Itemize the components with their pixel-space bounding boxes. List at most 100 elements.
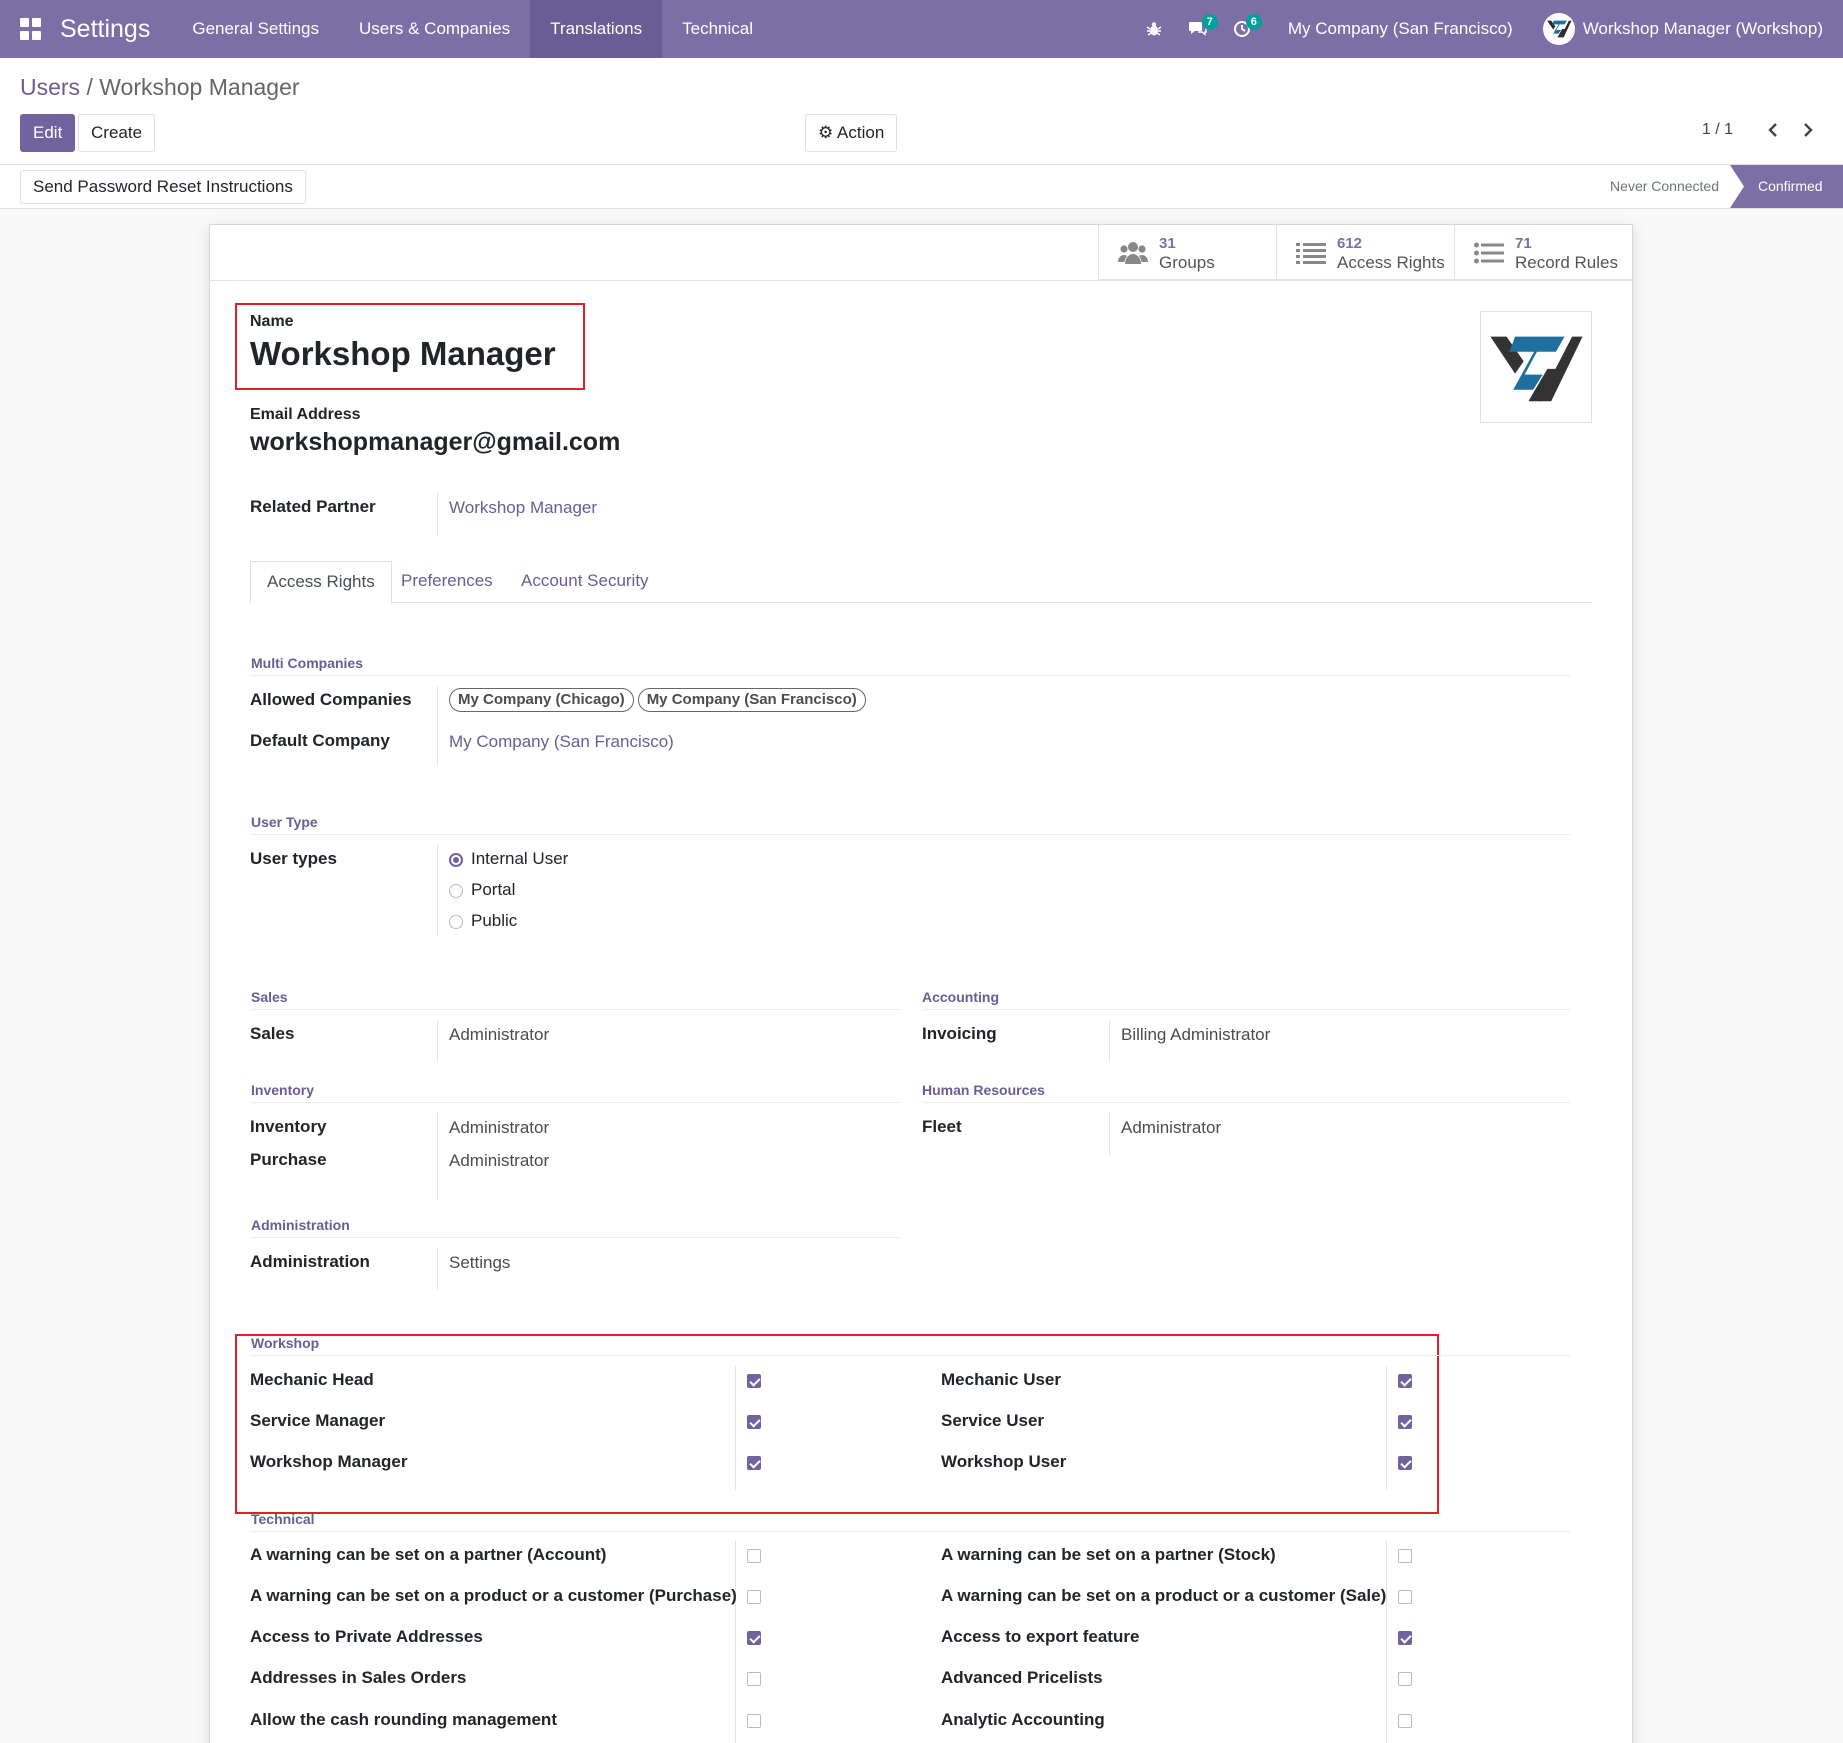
record-rules-count: 71 [1515, 234, 1532, 252]
users-icon [1117, 239, 1149, 267]
company-switcher[interactable]: My Company (San Francisco) [1264, 0, 1535, 58]
technical-private-addresses-checkbox[interactable] [747, 1631, 761, 1645]
groups-count: 31 [1159, 234, 1176, 252]
pager-value[interactable]: 1 / 1 [1702, 121, 1733, 139]
name-label: Name [250, 313, 294, 330]
administration-value[interactable]: Settings [449, 1253, 510, 1273]
action-button[interactable]: ⚙ Action [805, 114, 898, 152]
invoicing-value[interactable]: Billing Administrator [1121, 1025, 1270, 1045]
record-rules-label: Record Rules [1515, 252, 1618, 272]
fleet-value[interactable]: Administrator [1121, 1118, 1221, 1138]
purchase-value[interactable]: Administrator [449, 1151, 549, 1171]
groups-label: Groups [1159, 252, 1215, 272]
workshop-service-manager-label: Service Manager [250, 1411, 386, 1430]
radio-portal[interactable] [449, 884, 463, 898]
radio-public[interactable] [449, 915, 463, 929]
technical-export-feature-checkbox[interactable] [1398, 1631, 1412, 1645]
user-types-label: User types [250, 849, 337, 868]
workshop-service-manager-checkbox[interactable] [747, 1415, 761, 1429]
breadcrumb-users[interactable]: Users [20, 74, 80, 100]
technical-addresses-sales-orders-label: Addresses in Sales Orders [250, 1668, 467, 1687]
workshop-service-user-label: Service User [941, 1411, 1045, 1430]
technical-advanced-pricelists-label: Advanced Pricelists [941, 1668, 1103, 1687]
technical-cash-rounding-label: Allow the cash rounding management [250, 1710, 557, 1729]
record-rules-button[interactable]: 71 Record Rules [1454, 225, 1632, 280]
technical-addresses-sales-orders-checkbox[interactable] [747, 1672, 761, 1686]
notebook-tabs: Access Rights Preferences Account Securi… [250, 561, 1592, 604]
inventory-value[interactable]: Administrator [449, 1118, 549, 1138]
field-divider [1109, 1113, 1110, 1155]
technical-warning-partner-account-label: A warning can be set on a partner (Accou… [250, 1545, 607, 1564]
pager-previous[interactable] [1760, 117, 1786, 143]
tab-preferences[interactable]: Preferences [385, 561, 509, 603]
menu-technical[interactable]: Technical [662, 0, 773, 58]
pager-next[interactable] [1795, 117, 1821, 143]
radio-label-internal-user: Internal User [471, 849, 569, 868]
technical-advanced-pricelists-checkbox[interactable] [1398, 1672, 1412, 1686]
technical-cash-rounding-checkbox[interactable] [747, 1714, 761, 1728]
field-divider [437, 1113, 438, 1199]
section-divider [250, 1355, 1570, 1356]
related-partner-link[interactable]: Workshop Manager [449, 498, 597, 518]
access-rights-button[interactable]: 612 Access Rights [1276, 225, 1454, 280]
sales-value[interactable]: Administrator [449, 1025, 549, 1045]
company-tag[interactable]: My Company (Chicago) [449, 688, 634, 712]
breadcrumb-current: Workshop Manager [99, 74, 300, 100]
activities-button[interactable]: 6 [1220, 0, 1264, 58]
status-confirmed[interactable]: Confirmed [1730, 165, 1843, 208]
breadcrumb: Users / Workshop Manager [20, 74, 300, 101]
chevron-left-icon [1768, 123, 1777, 137]
workshop-service-user-checkbox[interactable] [1398, 1415, 1412, 1429]
workshop-mechanic-user-checkbox[interactable] [1398, 1374, 1412, 1388]
access-rights-label: Access Rights [1337, 252, 1445, 272]
main-menu: General Settings Users & Companies Trans… [172, 0, 773, 58]
menu-translations[interactable]: Translations [530, 0, 663, 58]
groups-button[interactable]: 31 Groups [1098, 225, 1276, 280]
technical-warning-partner-account-checkbox[interactable] [747, 1549, 761, 1563]
fleet-label: Fleet [922, 1117, 962, 1136]
section-title-human-resources: Human Resources [922, 1082, 1045, 1098]
email-field[interactable]: workshopmanager@gmail.com [250, 428, 620, 457]
status-never-connected[interactable]: Never Connected [1610, 178, 1719, 194]
user-menu[interactable]: Workshop Manager (Workshop) [1535, 13, 1843, 45]
user-name-field[interactable]: Workshop Manager [250, 335, 556, 373]
action-label: Action [837, 123, 885, 142]
create-button[interactable]: Create [78, 114, 156, 152]
tab-access-rights[interactable]: Access Rights [250, 561, 392, 604]
field-divider [735, 1366, 736, 1490]
menu-general-settings[interactable]: General Settings [172, 0, 339, 58]
user-image[interactable] [1480, 311, 1592, 423]
technical-private-addresses-label: Access to Private Addresses [250, 1627, 483, 1646]
technical-analytic-accounting-label: Analytic Accounting [941, 1710, 1105, 1729]
edit-button[interactable]: Edit [20, 114, 76, 152]
breadcrumb-separator: / [86, 74, 93, 100]
workshop-workshop-user-checkbox[interactable] [1398, 1456, 1412, 1470]
section-divider [250, 1009, 900, 1010]
send-password-reset-button[interactable]: Send Password Reset Instructions [20, 170, 306, 204]
chevron-right-icon [1804, 123, 1813, 137]
messages-badge: 7 [1201, 14, 1218, 30]
company-tag[interactable]: My Company (San Francisco) [637, 688, 866, 712]
tab-account-security[interactable]: Account Security [505, 561, 665, 603]
field-divider [1386, 1541, 1387, 1743]
debug-button[interactable] [1132, 0, 1176, 58]
technical-warning-product-sale-checkbox[interactable] [1398, 1590, 1412, 1604]
radio-internal-user[interactable] [449, 853, 463, 867]
technical-warning-partner-stock-checkbox[interactable] [1398, 1549, 1412, 1563]
activities-badge: 6 [1245, 14, 1262, 30]
workshop-mechanic-head-checkbox[interactable] [747, 1374, 761, 1388]
field-divider [437, 1020, 438, 1062]
workshop-workshop-manager-checkbox[interactable] [747, 1456, 761, 1470]
technical-warning-product-purchase-checkbox[interactable] [747, 1590, 761, 1604]
technical-analytic-accounting-checkbox[interactable] [1398, 1714, 1412, 1728]
administration-label: Administration [250, 1252, 370, 1271]
workshop-workshop-manager-label: Workshop Manager [250, 1452, 408, 1471]
apps-icon[interactable] [20, 18, 42, 40]
technical-warning-product-sale-label: A warning can be set on a product or a c… [941, 1586, 1387, 1605]
messages-button[interactable]: 7 [1176, 0, 1220, 58]
default-company-link[interactable]: My Company (San Francisco) [449, 732, 674, 752]
app-title[interactable]: Settings [60, 15, 150, 44]
list-ul-icon [1473, 239, 1505, 267]
menu-users-companies[interactable]: Users & Companies [339, 0, 530, 58]
section-title-accounting: Accounting [922, 989, 999, 1005]
